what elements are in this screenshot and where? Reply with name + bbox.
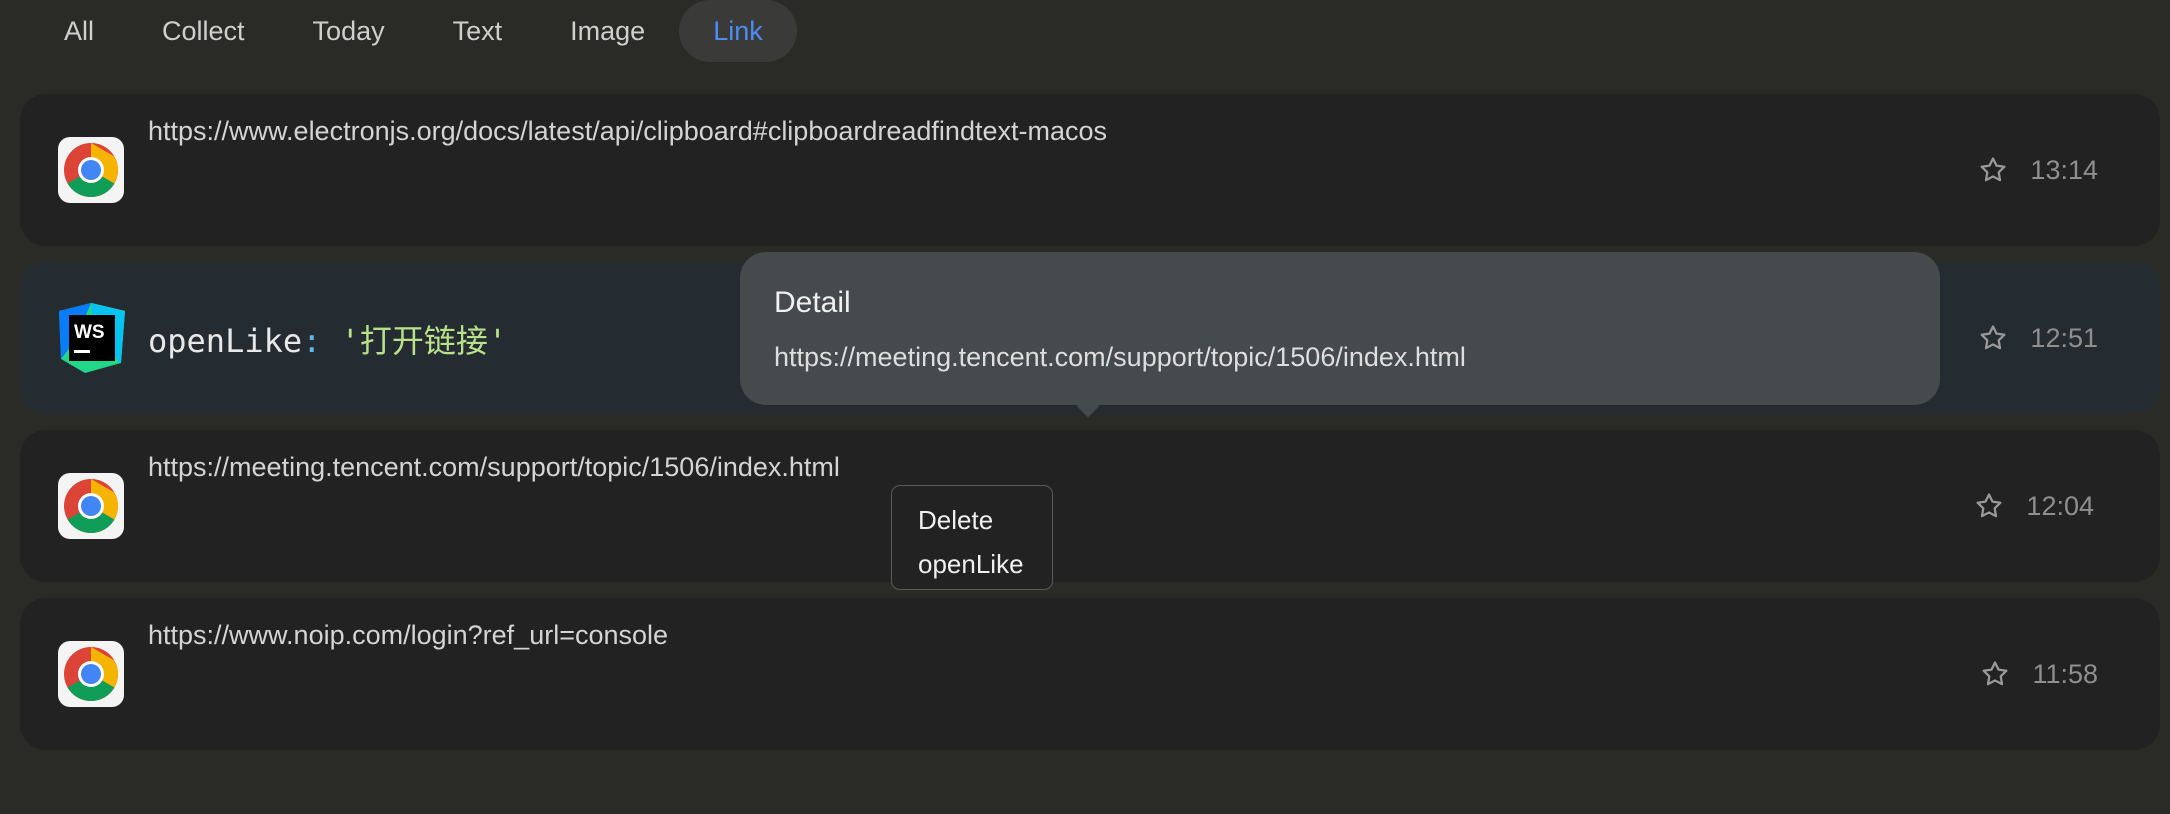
item-time: 12:04 bbox=[2026, 490, 2094, 521]
item-text: https://www.electronjs.org/docs/latest/a… bbox=[148, 116, 1107, 146]
star-icon[interactable] bbox=[1974, 491, 2004, 521]
star-icon[interactable] bbox=[1978, 323, 2008, 353]
item-meta: 12:51 bbox=[1978, 262, 2098, 414]
clipboard-app: All Collect Today Text Image Link https:… bbox=[0, 0, 2170, 814]
tab-today[interactable]: Today bbox=[279, 0, 419, 62]
filter-tabs: All Collect Today Text Image Link bbox=[30, 0, 797, 62]
chrome-icon bbox=[58, 641, 124, 707]
chrome-icon bbox=[58, 137, 124, 203]
code-colon: : bbox=[302, 322, 322, 360]
list-item[interactable]: https://www.electronjs.org/docs/latest/a… bbox=[20, 94, 2160, 246]
webstorm-icon: WS bbox=[55, 301, 129, 375]
item-text: https://www.noip.com/login?ref_url=conso… bbox=[148, 620, 669, 650]
code-value: '打开链接' bbox=[340, 322, 508, 360]
item-time: 11:58 bbox=[2032, 658, 2098, 689]
chrome-icon bbox=[58, 473, 124, 539]
tab-all[interactable]: All bbox=[30, 0, 128, 62]
list-item[interactable]: https://www.noip.com/login?ref_url=conso… bbox=[20, 598, 2160, 750]
tab-text[interactable]: Text bbox=[419, 0, 537, 62]
tooltip-body: https://meeting.tencent.com/support/topi… bbox=[774, 342, 1466, 372]
menu-item-delete[interactable]: Delete bbox=[892, 498, 1052, 542]
item-meta: 13:14 bbox=[1978, 94, 2098, 246]
item-code: openLike: '打开链接' bbox=[148, 316, 507, 362]
context-menu: Delete openLike bbox=[891, 485, 1053, 590]
tab-image[interactable]: Image bbox=[536, 0, 679, 62]
svg-text:WS: WS bbox=[74, 322, 105, 343]
code-key: openLike bbox=[148, 322, 303, 360]
tab-link[interactable]: Link bbox=[679, 0, 797, 62]
item-time: 12:51 bbox=[2030, 322, 2098, 353]
tab-collect[interactable]: Collect bbox=[128, 0, 279, 62]
list-item[interactable]: https://meeting.tencent.com/support/topi… bbox=[20, 430, 2160, 582]
menu-item-openlike[interactable]: openLike bbox=[892, 542, 1052, 586]
item-text: https://meeting.tencent.com/support/topi… bbox=[148, 452, 840, 482]
tooltip-title: Detail bbox=[774, 286, 851, 319]
star-icon[interactable] bbox=[1978, 155, 2008, 185]
star-icon[interactable] bbox=[1980, 659, 2010, 689]
detail-tooltip: Detail https://meeting.tencent.com/suppo… bbox=[740, 252, 1940, 418]
item-meta: 11:58 bbox=[1980, 598, 2098, 750]
item-time: 13:14 bbox=[2030, 154, 2098, 185]
item-meta: 12:04 bbox=[1974, 430, 2094, 582]
